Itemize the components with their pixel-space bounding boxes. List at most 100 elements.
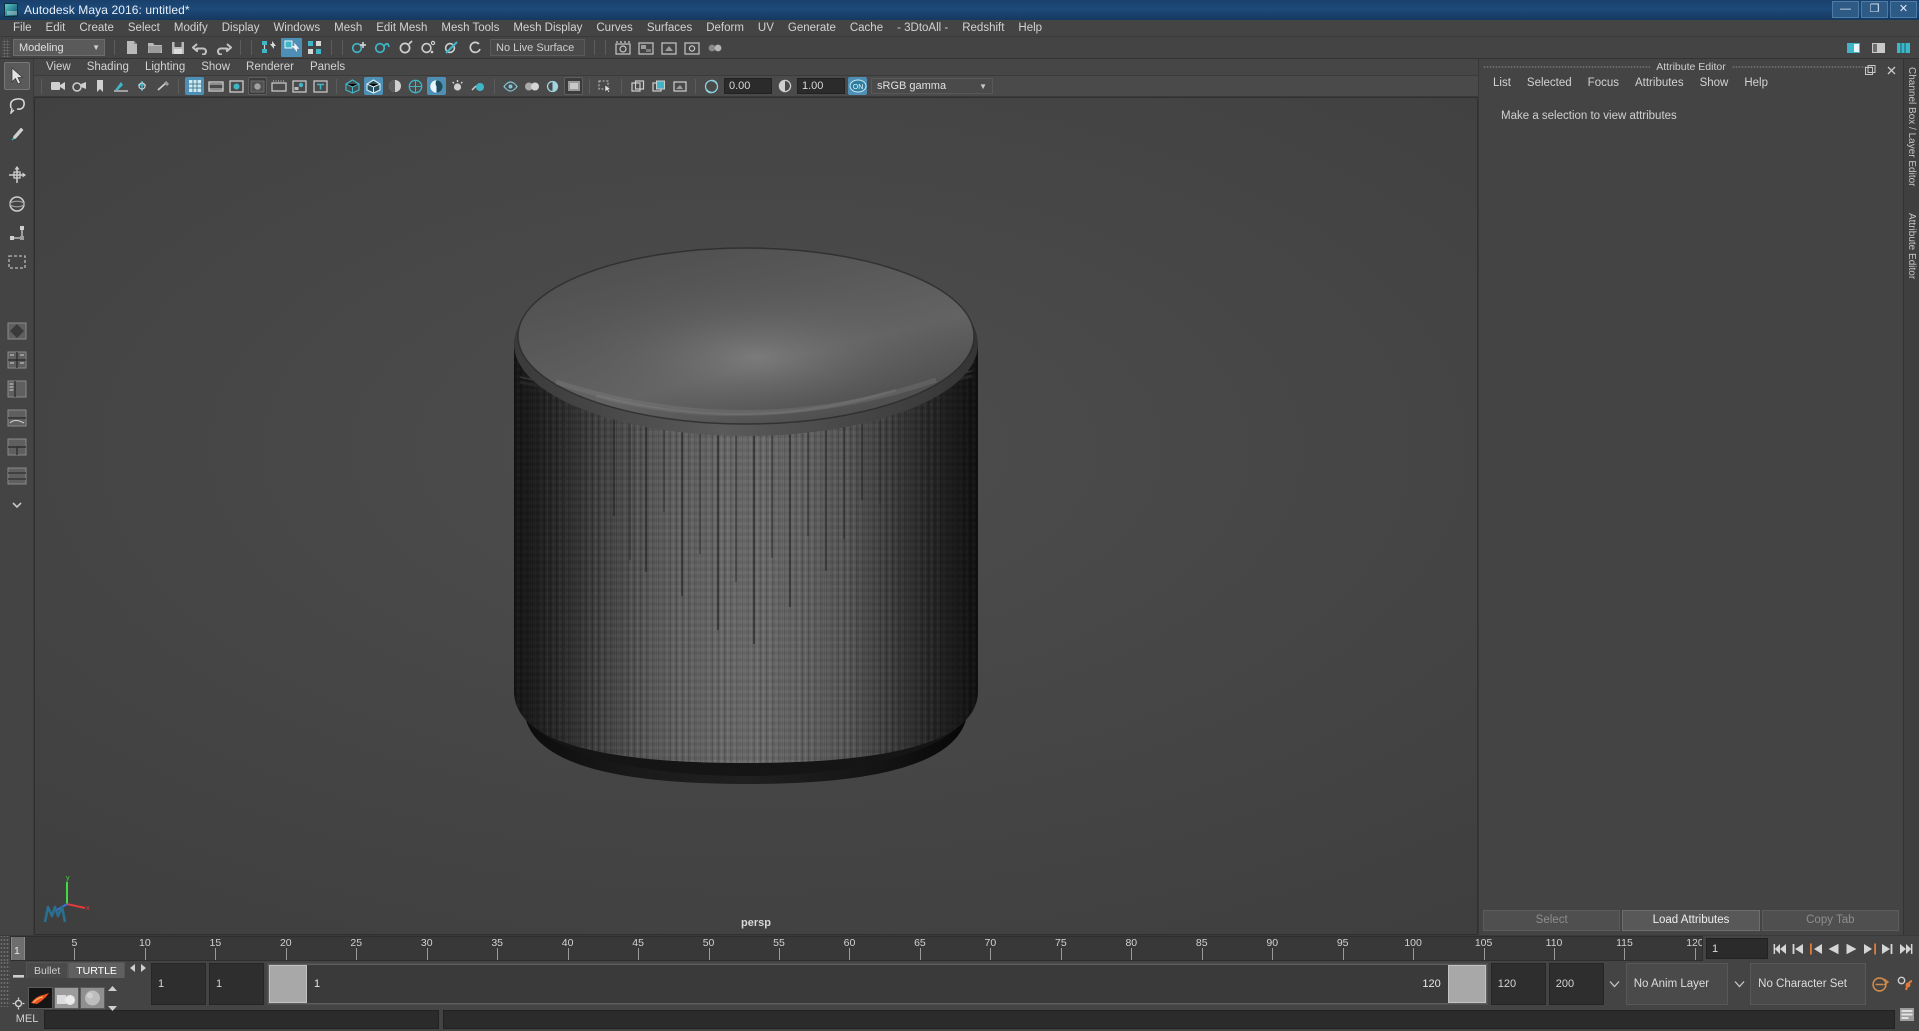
turtle-bake-icon[interactable] — [54, 987, 79, 1009]
save-scene-icon[interactable] — [167, 38, 188, 57]
resolution-gate-icon[interactable] — [227, 77, 246, 95]
ipr-render-icon[interactable] — [658, 38, 679, 57]
shelf-options-icon[interactable] — [12, 997, 25, 1015]
select-camera-icon[interactable] — [48, 77, 67, 95]
color-management-toggle-icon[interactable]: ON — [848, 77, 867, 95]
sidebar-attribute-editor-icon[interactable] — [1843, 38, 1864, 57]
shelf-menu-icon[interactable] — [12, 967, 25, 985]
two-sided-lighting-icon[interactable] — [132, 77, 151, 95]
ae-load-attributes-button[interactable]: Load Attributes — [1622, 909, 1760, 931]
range-slider-bar[interactable]: 1 120 — [267, 963, 1488, 1005]
time-slider-track[interactable]: 1 5 10 15 20 25 30 35 40 45 50 55 60 65 70 75 80 85 90 95 1… — [10, 936, 1703, 961]
shelf-scroll-up-icon[interactable] — [107, 979, 118, 997]
lasso-select-tool[interactable] — [4, 91, 30, 119]
grab-view-icon[interactable] — [670, 77, 689, 95]
viewport-menu-renderer[interactable]: Renderer — [238, 59, 302, 76]
ae-menu-list[interactable]: List — [1485, 75, 1519, 92]
open-scene-icon[interactable] — [144, 38, 165, 57]
live-surface-field[interactable]: No Live Surface — [490, 39, 585, 56]
marquee-select-icon[interactable] — [596, 77, 615, 95]
play-forwards-icon[interactable] — [1843, 939, 1860, 959]
play-backwards-icon[interactable] — [1825, 939, 1842, 959]
close-panel-icon[interactable] — [1882, 61, 1900, 79]
range-slider-left-handle[interactable] — [269, 965, 307, 1003]
statusline-grip[interactable] — [2, 38, 10, 57]
shelf-tab-bullet[interactable]: Bullet — [26, 962, 69, 978]
menu-curves[interactable]: Curves — [589, 20, 639, 37]
shelf-prev-icon[interactable] — [128, 960, 137, 978]
ae-copy-tab-button[interactable]: Copy Tab — [1761, 909, 1899, 931]
menu-modify[interactable]: Modify — [167, 20, 215, 37]
menu-deform[interactable]: Deform — [699, 20, 751, 37]
use-default-material-icon[interactable] — [427, 77, 446, 95]
turtle-material-icon[interactable] — [80, 987, 105, 1009]
move-tool[interactable] — [4, 161, 30, 189]
xray-active-components-icon[interactable] — [469, 77, 488, 95]
show-render-view-icon[interactable] — [612, 38, 633, 57]
snap-to-curve-icon[interactable] — [372, 38, 393, 57]
snap-to-projected-center-icon[interactable] — [418, 38, 439, 57]
film-gate-icon[interactable] — [206, 77, 225, 95]
range-slider-right-handle[interactable] — [1447, 965, 1486, 1003]
auto-key-icon[interactable] — [1869, 972, 1891, 996]
xray-joints-icon[interactable] — [290, 77, 309, 95]
character-set-selector[interactable]: No Character Set — [1750, 963, 1866, 1005]
wireframe-icon[interactable] — [343, 77, 362, 95]
four-view-layout[interactable] — [4, 346, 30, 374]
film-origin-icon[interactable] — [269, 77, 288, 95]
script-editor-icon[interactable] — [1899, 1007, 1915, 1027]
viewport-menu-show[interactable]: Show — [193, 59, 238, 76]
bookmark-icon[interactable] — [90, 77, 109, 95]
new-scene-icon[interactable] — [121, 38, 142, 57]
scale-tool[interactable] — [4, 219, 30, 247]
animation-start-time-field[interactable]: 1 — [151, 963, 206, 1005]
snap-to-view-plane-icon[interactable] — [441, 38, 462, 57]
outliner-persp-layout[interactable] — [4, 375, 30, 403]
step-forward-frame-icon[interactable] — [1879, 939, 1896, 959]
snap-to-grid-icon[interactable] — [349, 38, 370, 57]
stool-3d-model[interactable] — [496, 186, 1016, 846]
viewport-menu-view[interactable]: View — [38, 59, 79, 76]
gate-mask-icon[interactable] — [248, 77, 267, 95]
paint-select-tool[interactable] — [4, 120, 30, 148]
character-set-dropdown-arrow[interactable] — [1731, 963, 1747, 1005]
smooth-shade-all-icon[interactable] — [364, 77, 383, 95]
hypershade-icon[interactable] — [704, 38, 725, 57]
screenshot-icon[interactable] — [564, 77, 583, 95]
single-perspective-layout[interactable] — [4, 317, 30, 345]
render-current-frame-icon[interactable] — [635, 38, 656, 57]
animation-preferences-icon[interactable] — [1894, 972, 1916, 996]
viewport-menu-panels[interactable]: Panels — [302, 59, 353, 76]
command-output[interactable] — [443, 1009, 1895, 1029]
minimize-button[interactable]: — — [1832, 1, 1859, 18]
shelf-next-icon[interactable] — [139, 960, 148, 978]
turtle-render-icon[interactable] — [28, 987, 53, 1009]
select-by-hierarchy-icon[interactable] — [258, 38, 279, 57]
exposure-field[interactable]: 0.00 — [724, 78, 772, 94]
select-by-object-icon[interactable] — [281, 38, 302, 57]
go-to-end-icon[interactable] — [1897, 939, 1914, 959]
tab-channel-box-layer-editor[interactable]: Channel Box / Layer Editor — [1905, 59, 1918, 195]
viewport-menu-lighting[interactable]: Lighting — [137, 59, 193, 76]
last-tool-used[interactable] — [4, 248, 30, 276]
anim-layer-selector[interactable]: No Anim Layer — [1625, 963, 1729, 1005]
ae-menu-selected[interactable]: Selected — [1519, 75, 1580, 92]
render-settings-icon[interactable] — [681, 38, 702, 57]
gamma-icon[interactable] — [775, 77, 794, 95]
menu-uv[interactable]: UV — [751, 20, 781, 37]
grid-toggle-icon[interactable] — [185, 77, 204, 95]
menu-select[interactable]: Select — [121, 20, 167, 37]
playback-end-time-field[interactable]: 120 — [1490, 963, 1546, 1005]
rotate-tool[interactable] — [4, 190, 30, 218]
select-tool[interactable] — [3, 62, 30, 90]
menu-help[interactable]: Help — [1011, 20, 1049, 37]
menu-display[interactable]: Display — [215, 20, 267, 37]
menu-create[interactable]: Create — [72, 20, 121, 37]
current-time-field[interactable]: 1 — [1706, 938, 1768, 959]
range-slider-grip[interactable] — [0, 961, 10, 1007]
persp-viewport[interactable]: y x persp — [34, 97, 1478, 935]
select-by-component-icon[interactable] — [304, 38, 325, 57]
sidebar-channel-box-icon[interactable] — [1893, 38, 1914, 57]
anim-layer-dropdown-arrow[interactable] — [1607, 963, 1623, 1005]
undo-icon[interactable] — [190, 38, 211, 57]
